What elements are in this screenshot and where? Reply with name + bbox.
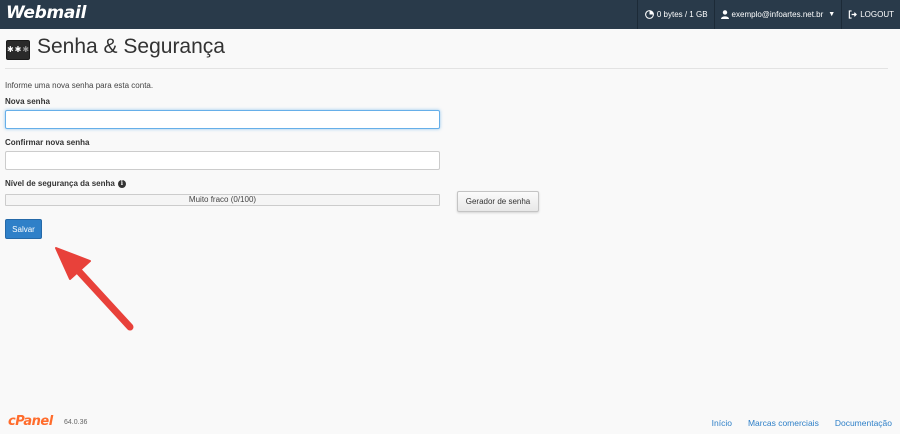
disk-usage-text: 0 bytes / 1 GB bbox=[656, 10, 708, 19]
logout-button[interactable]: LOGOUT bbox=[841, 0, 900, 29]
footer-links: Início Marcas comerciais Documentação bbox=[712, 418, 892, 428]
password-generator-button[interactable]: Gerador de senha bbox=[457, 191, 539, 212]
new-password-label-text: Nova senha bbox=[5, 97, 50, 106]
top-nav: 0 bytes / 1 GB exemplo@infoartes.net.br … bbox=[636, 0, 900, 29]
disk-usage[interactable]: 0 bytes / 1 GB bbox=[636, 0, 714, 29]
strength-label: Nível de segurança da senha i bbox=[5, 179, 126, 188]
version-number: 64.0.36 bbox=[64, 419, 88, 426]
disk-usage-icon bbox=[644, 10, 654, 19]
confirm-password-input[interactable] bbox=[5, 151, 440, 170]
new-password-label: Nova senha bbox=[5, 97, 50, 106]
logout-label: LOGOUT bbox=[860, 10, 894, 19]
webmail-logo[interactable]: Webmail bbox=[6, 3, 86, 23]
footer-link-trademarks[interactable]: Marcas comerciais bbox=[748, 418, 819, 428]
footer-link-documentation[interactable]: Documentação bbox=[835, 418, 892, 428]
arrow-shaft bbox=[70, 262, 134, 331]
confirm-password-label: Confirmar nova senha bbox=[5, 138, 89, 147]
strength-text: Muito fraco (0/100) bbox=[188, 195, 257, 204]
instructions-text: Informe uma nova senha para esta conta. bbox=[5, 81, 154, 90]
chevron-down-icon: ▼ bbox=[828, 11, 836, 18]
header-divider bbox=[5, 68, 888, 69]
user-menu[interactable]: exemplo@infoartes.net.br ▼ bbox=[713, 0, 842, 29]
logout-icon bbox=[848, 10, 858, 19]
footer-link-home[interactable]: Início bbox=[712, 418, 732, 428]
cpanel-logo[interactable]: cPanel bbox=[8, 414, 53, 429]
red-arrow-annotation bbox=[55, 247, 134, 331]
user-icon bbox=[720, 10, 729, 19]
new-password-input[interactable] bbox=[5, 110, 440, 129]
strength-label-text: Nível de segurança da senha bbox=[5, 179, 115, 188]
user-email: exemplo@infoartes.net.br bbox=[731, 10, 824, 19]
password-strength-meter: Muito fraco (0/100) bbox=[5, 194, 440, 206]
save-button[interactable]: Salvar bbox=[5, 219, 42, 239]
password-page-icon: ✱ ✱ ✱ bbox=[6, 40, 30, 60]
top-bar: Webmail 0 bytes / 1 GB exemplo@infoartes… bbox=[0, 0, 900, 29]
info-icon[interactable]: i bbox=[117, 179, 126, 188]
confirm-password-label-text: Confirmar nova senha bbox=[5, 138, 90, 147]
arrow-head bbox=[55, 247, 91, 280]
page-title: Senha & Segurança bbox=[37, 35, 225, 58]
